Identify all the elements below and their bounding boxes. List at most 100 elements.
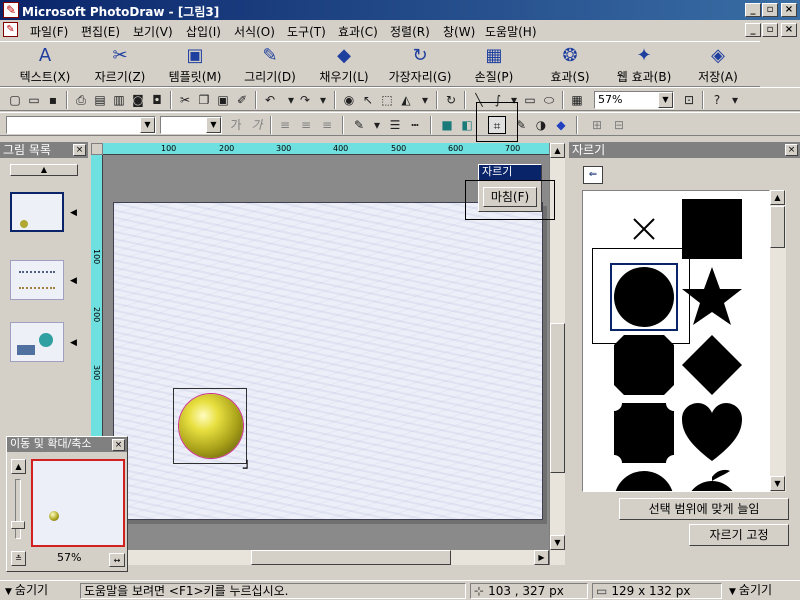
- scroll-down-icon[interactable]: ▼: [550, 535, 565, 550]
- zoom-slider-track[interactable]: [15, 479, 21, 539]
- shape-notched-rectangle[interactable]: [610, 399, 678, 467]
- doc-close-button[interactable]: ×: [781, 23, 797, 37]
- menu-tools[interactable]: 도구(T): [287, 23, 326, 40]
- redo-icon[interactable]: ↷: [296, 91, 314, 109]
- vertical-scrollbar[interactable]: ▲ ▼: [549, 143, 565, 565]
- format-painter-icon[interactable]: ✐: [233, 91, 251, 109]
- cut-icon[interactable]: ✂: [176, 91, 194, 109]
- send-back-icon[interactable]: ◧: [458, 116, 476, 134]
- close-icon[interactable]: ×: [112, 439, 125, 451]
- thumbnail-picture-2[interactable]: [10, 260, 64, 300]
- shape-apple[interactable]: [678, 467, 746, 491]
- minimize-button[interactable]: _: [745, 3, 761, 17]
- scroll-thumb[interactable]: [550, 323, 565, 473]
- crop-finish-button[interactable]: 마침(F): [483, 187, 537, 207]
- menu-edit[interactable]: 편집(E): [81, 23, 120, 40]
- new-icon[interactable]: ▢: [6, 91, 24, 109]
- zoom-in-icon[interactable]: ▲: [11, 459, 26, 474]
- restore-button[interactable]: ▫: [762, 3, 778, 17]
- group-icon[interactable]: ⊞: [588, 116, 606, 134]
- digital-camera-icon[interactable]: ◘: [148, 91, 166, 109]
- scan-icon[interactable]: ▥: [110, 91, 128, 109]
- thumbnail-picture-3[interactable]: [10, 322, 64, 362]
- shape-diamond[interactable]: [678, 331, 746, 399]
- paste-icon[interactable]: ▣: [214, 91, 232, 109]
- crop-tool-icon[interactable]: ⌗: [488, 116, 506, 134]
- zoom-fit-icon[interactable]: ⊡: [680, 91, 698, 109]
- zoom-out-icon[interactable]: ≛: [11, 551, 26, 566]
- navigator-preview[interactable]: [31, 459, 125, 547]
- print-preview-icon[interactable]: ▤: [91, 91, 109, 109]
- menu-format[interactable]: 서식(O): [234, 23, 275, 40]
- close-button[interactable]: ×: [781, 3, 797, 17]
- fit-view-icon[interactable]: ↔: [109, 553, 125, 567]
- help-icon[interactable]: ?: [708, 91, 726, 109]
- crop-button[interactable]: ✂ 자르기(Z): [88, 45, 152, 87]
- align-left-icon[interactable]: ≡: [276, 116, 294, 134]
- doc-minimize-button[interactable]: _: [745, 23, 761, 37]
- shape-circle[interactable]: [610, 263, 678, 331]
- fill-dropdown-icon[interactable]: ▾: [416, 91, 434, 109]
- ellipse-icon[interactable]: ⬭: [540, 91, 558, 109]
- picture-area[interactable]: [113, 202, 543, 520]
- menu-file[interactable]: 파일(F): [30, 23, 68, 40]
- shape-partial[interactable]: [610, 467, 678, 491]
- web-icon[interactable]: ◉: [340, 91, 358, 109]
- line-color-icon[interactable]: ✎: [350, 116, 368, 134]
- scroll-up-icon[interactable]: ▲: [770, 190, 785, 205]
- bold-button[interactable]: 가: [227, 116, 245, 134]
- bring-front-icon[interactable]: ■: [438, 116, 456, 134]
- menu-effects[interactable]: 효과(C): [338, 23, 378, 40]
- menu-arrange[interactable]: 정렬(R): [390, 23, 430, 40]
- align-right-icon[interactable]: ≡: [318, 116, 336, 134]
- picture-list-icon[interactable]: ▦: [568, 91, 586, 109]
- app-icon[interactable]: ✎: [3, 2, 19, 18]
- menu-view[interactable]: 보기(V): [133, 23, 173, 40]
- redo-dropdown-icon[interactable]: ▾: [314, 91, 332, 109]
- dash-style-icon[interactable]: ┅: [406, 116, 424, 134]
- copy-icon[interactable]: ❐: [195, 91, 213, 109]
- gallery-scrollbar[interactable]: ▲ ▼: [770, 190, 786, 492]
- color-icon[interactable]: ◆: [552, 116, 570, 134]
- draw-button[interactable]: ✎ 그리기(D): [238, 45, 302, 87]
- scroll-up-button[interactable]: ▲: [10, 164, 78, 176]
- shape-octagon[interactable]: [610, 331, 678, 399]
- pointer-icon[interactable]: ↖: [359, 91, 377, 109]
- help-dropdown-icon[interactable]: ▾: [726, 91, 744, 109]
- edge-button[interactable]: ↻ 가장자리(G): [384, 45, 456, 87]
- zoom-slider-thumb[interactable]: [11, 521, 25, 529]
- fit-to-selection-button[interactable]: 선택 범위에 맞게 늘임: [619, 498, 789, 520]
- print-icon[interactable]: ⎙: [72, 91, 90, 109]
- hide-left-toggle[interactable]: ▼ 숨기기: [2, 583, 78, 599]
- effects-button[interactable]: ❂ 효과(S): [540, 45, 600, 87]
- scroll-up-icon[interactable]: ▲: [550, 143, 565, 158]
- document-icon[interactable]: ✎: [3, 22, 18, 37]
- open-icon[interactable]: ▭: [25, 91, 43, 109]
- shape-heart[interactable]: [678, 399, 746, 467]
- save-icon[interactable]: ▪: [44, 91, 62, 109]
- close-icon[interactable]: ×: [73, 144, 86, 156]
- fill-button[interactable]: ◆ 채우기(L): [312, 45, 376, 87]
- menu-help[interactable]: 도움말(H): [485, 23, 537, 40]
- horizontal-scrollbar[interactable]: ◀ ▶: [91, 550, 549, 565]
- touch-up-button[interactable]: ▦ 손질(P): [466, 45, 522, 87]
- font-size-combo[interactable]: ▼: [160, 116, 222, 134]
- rotate-icon[interactable]: ↻: [442, 91, 460, 109]
- yellow-sphere[interactable]: [179, 394, 243, 458]
- ungroup-icon[interactable]: ⊟: [610, 116, 628, 134]
- panel-options-icon[interactable]: ⇐: [583, 166, 603, 184]
- thumbnail-picture-1[interactable]: [10, 192, 64, 232]
- menu-insert[interactable]: 삽입(I): [186, 23, 221, 40]
- fill-color-icon[interactable]: ◭: [397, 91, 415, 109]
- shape-none[interactable]: [610, 195, 678, 263]
- camera-icon[interactable]: ◙: [129, 91, 147, 109]
- hide-right-toggle[interactable]: ▼ 숨기기: [726, 583, 798, 599]
- menu-window[interactable]: 창(W): [443, 23, 475, 40]
- selected-object[interactable]: [173, 388, 247, 464]
- shape-square[interactable]: [678, 195, 746, 263]
- close-icon[interactable]: ×: [785, 144, 798, 156]
- select-area-icon[interactable]: ⬚: [378, 91, 396, 109]
- align-center-icon[interactable]: ≡: [297, 116, 315, 134]
- doc-restore-button[interactable]: ▫: [762, 23, 778, 37]
- rectangle-icon[interactable]: ▭: [521, 91, 539, 109]
